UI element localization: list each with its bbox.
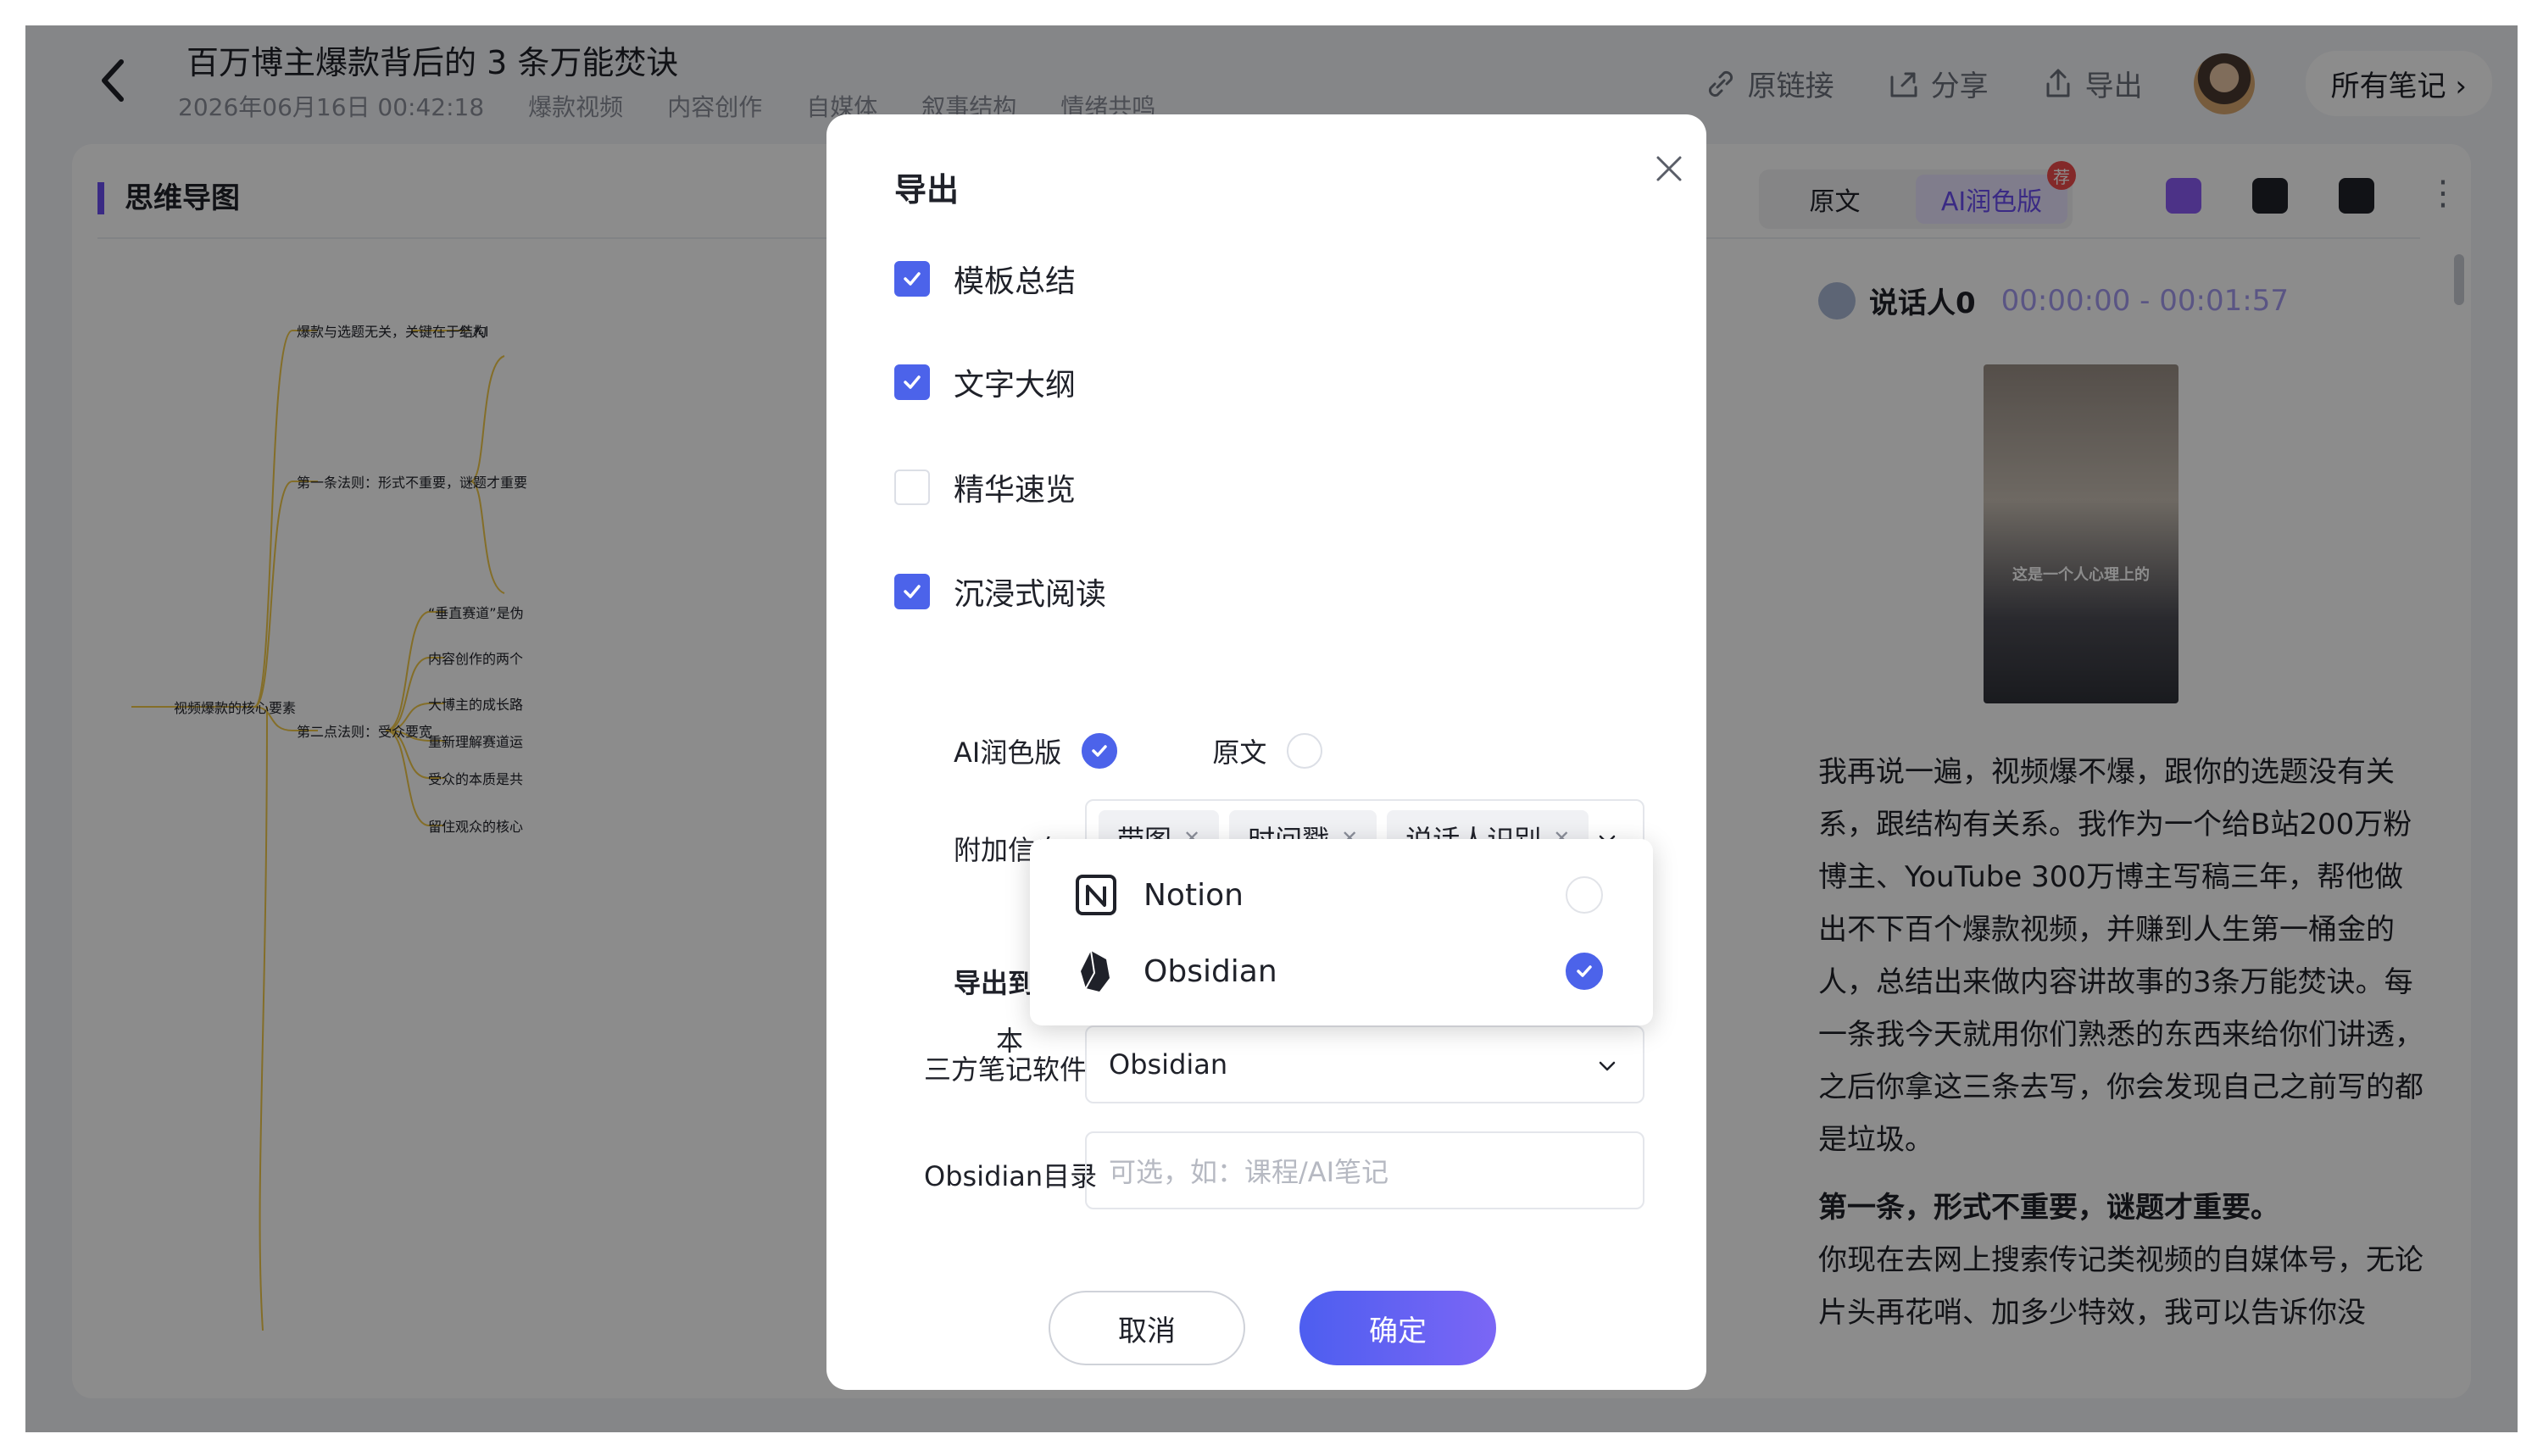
check-icon xyxy=(904,585,921,598)
export-modal: 导出 模板总结 文字大纲 精华速览 沉浸式阅读 AI润色版 原文 附加信息 带图… xyxy=(826,114,1706,1390)
dropdown-option-obsidian[interactable]: Obsidian xyxy=(1072,948,1277,995)
checkbox-label: 沉浸式阅读 xyxy=(954,577,1107,612)
radio-ai-polished[interactable] xyxy=(1082,733,1118,769)
option-label: Notion xyxy=(1144,877,1244,913)
app-window: 百万博主爆款背后的 3 条万能焚诀 2026年06月16日 00:42:18 爆… xyxy=(25,25,2518,1432)
checkbox-checked[interactable] xyxy=(894,261,930,297)
checkbox-label: 文字大纲 xyxy=(954,368,1077,403)
check-icon xyxy=(1577,965,1592,977)
option-immersive-reading[interactable]: 沉浸式阅读 xyxy=(894,570,1106,614)
modal-title: 导出 xyxy=(894,171,960,208)
check-icon xyxy=(904,375,921,389)
radio-original[interactable] xyxy=(1287,733,1323,769)
checkbox-checked[interactable] xyxy=(894,574,930,609)
note-app-dropdown: Notion Obsidian xyxy=(1030,839,1653,1025)
option-template-summary[interactable]: 模板总结 xyxy=(894,257,1076,301)
checkbox-unchecked[interactable] xyxy=(894,470,930,505)
chevron-down-icon xyxy=(1599,1061,1616,1071)
version-original-label: 原文 xyxy=(1212,736,1267,769)
version-ai-label: AI润色版 xyxy=(954,736,1062,769)
cancel-button[interactable]: 取消 xyxy=(1049,1291,1245,1365)
option-outline[interactable]: 文字大纲 xyxy=(894,360,1076,404)
version-options: AI润色版 原文 xyxy=(954,731,1323,770)
third-party-select[interactable]: Obsidian xyxy=(1085,1025,1644,1103)
option-label: Obsidian xyxy=(1144,953,1277,989)
export-to-label: 导出到 xyxy=(954,967,1036,999)
close-icon[interactable] xyxy=(1653,153,1685,185)
obsidian-dir-label: Obsidian目录 xyxy=(924,1160,1098,1192)
radio-notion[interactable] xyxy=(1566,876,1603,914)
radio-obsidian[interactable] xyxy=(1566,953,1603,990)
check-icon xyxy=(1092,745,1108,757)
checkbox-label: 精华速览 xyxy=(954,473,1077,508)
third-party-value: Obsidian xyxy=(1109,1048,1228,1081)
checkbox-label: 模板总结 xyxy=(954,264,1077,299)
check-icon xyxy=(904,272,921,286)
checkbox-checked[interactable] xyxy=(894,364,930,400)
option-highlights[interactable]: 精华速览 xyxy=(894,465,1076,509)
obsidian-dir-input[interactable]: 可选，如：课程/AI笔记 xyxy=(1085,1131,1644,1209)
third-party-label: 三方笔记软件 xyxy=(924,1053,1088,1086)
obsidian-icon xyxy=(1081,950,1110,992)
confirm-button[interactable]: 确定 xyxy=(1299,1291,1496,1365)
dropdown-option-notion[interactable]: Notion xyxy=(1072,871,1244,919)
obsidian-dir-placeholder: 可选，如：课程/AI笔记 xyxy=(1109,1156,1389,1188)
notion-icon xyxy=(1076,875,1116,915)
